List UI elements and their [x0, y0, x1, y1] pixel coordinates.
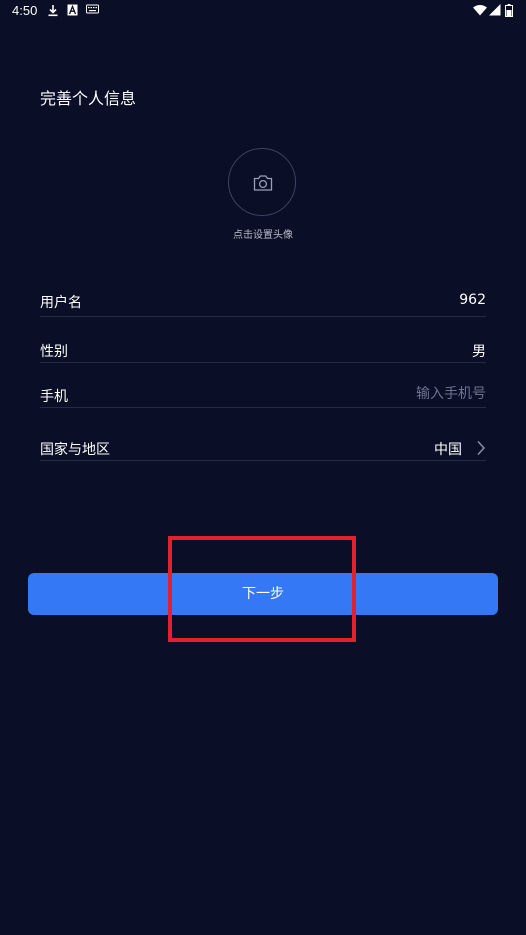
wifi-icon [473, 5, 487, 16]
phone-row: 手机 [40, 386, 486, 408]
battery-icon [505, 4, 513, 17]
chevron-right-icon [477, 440, 486, 456]
signal-icon [489, 4, 501, 16]
next-button[interactable]: 下一步 [28, 573, 498, 615]
username-label: 用户名 [40, 295, 82, 311]
avatar-hint: 点击设置头像 [233, 230, 293, 241]
status-bar: 4:50 [0, 0, 526, 22]
download-icon [48, 5, 58, 17]
page-title: 完善个人信息 [40, 89, 137, 108]
gender-value: 男 [472, 344, 486, 360]
font-icon [67, 4, 78, 16]
camera-icon [253, 175, 273, 191]
username-value: 962 [459, 292, 486, 308]
gender-label: 性别 [40, 344, 68, 360]
avatar-upload-button[interactable] [228, 148, 296, 216]
status-time: 4:50 [12, 3, 38, 18]
phone-label: 手机 [40, 389, 68, 405]
gender-row[interactable]: 性别 男 [40, 341, 486, 363]
keyboard-icon [86, 4, 99, 14]
country-row[interactable]: 国家与地区 中国 [40, 439, 486, 461]
phone-input[interactable] [286, 386, 486, 402]
country-label: 国家与地区 [40, 442, 110, 458]
country-value: 中国 [434, 442, 462, 458]
username-row[interactable]: 用户名 962 [40, 292, 486, 317]
